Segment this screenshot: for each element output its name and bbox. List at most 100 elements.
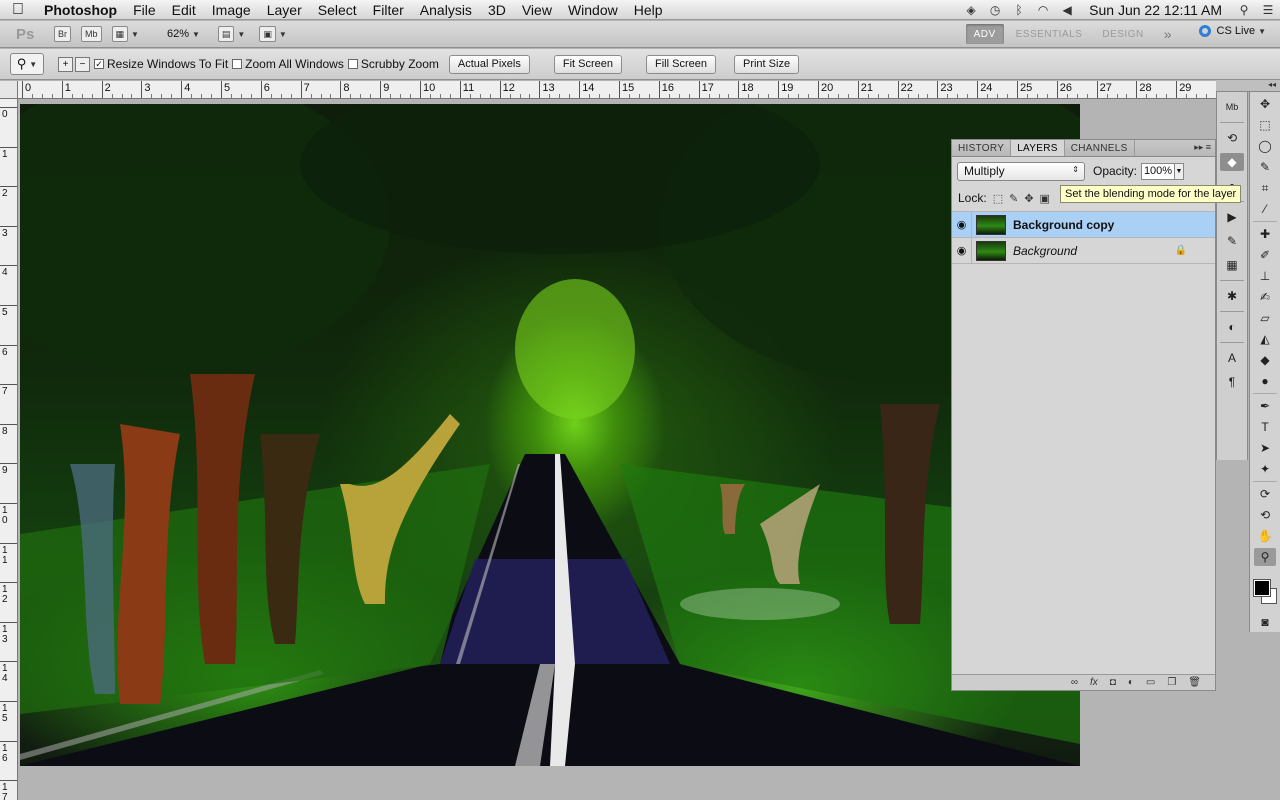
more-workspaces-button[interactable]: »: [1156, 24, 1180, 44]
app-menu[interactable]: Photoshop: [36, 2, 125, 18]
menu-help[interactable]: Help: [626, 2, 671, 18]
list-icon[interactable]: ☰: [1256, 3, 1280, 17]
delete-layer-icon[interactable]: 🗑: [1188, 677, 1201, 688]
wifi-icon[interactable]: ◠: [1031, 3, 1055, 17]
foreground-color-swatch[interactable]: [1253, 579, 1271, 597]
tab-channels[interactable]: CHANNELS: [1065, 140, 1135, 156]
zoom-tool-icon[interactable]: ⚲: [1254, 548, 1276, 566]
panel-menu-icon[interactable]: ▸▸ ≡: [1194, 142, 1211, 153]
clone-stamp-tool-icon[interactable]: ⊥: [1254, 267, 1276, 285]
arrange-documents-button[interactable]: ▤: [217, 26, 235, 42]
hand-tool-icon[interactable]: ✋: [1254, 527, 1276, 545]
menu-filter[interactable]: Filter: [365, 2, 412, 18]
menu-3d[interactable]: 3D: [480, 2, 514, 18]
menu-edit[interactable]: Edit: [164, 2, 204, 18]
menu-file[interactable]: File: [125, 2, 164, 18]
eraser-tool-icon[interactable]: ▱: [1254, 309, 1276, 327]
marquee-tool-icon[interactable]: ⬚: [1254, 116, 1276, 134]
3d-rotate-tool-icon[interactable]: ⟳: [1254, 485, 1276, 503]
bluetooth-icon[interactable]: ᛒ: [1007, 3, 1031, 17]
scrubby-zoom-checkbox[interactable]: Scrubby Zoom: [347, 57, 439, 71]
navigator-icon[interactable]: ◐: [1220, 318, 1244, 336]
opacity-field[interactable]: 100%: [1141, 162, 1176, 180]
dropbox-icon[interactable]: ◈: [959, 3, 983, 17]
adjustments-icon[interactable]: ✱: [1220, 287, 1244, 305]
menu-view[interactable]: View: [514, 2, 560, 18]
screen-mode-button[interactable]: ▣: [259, 26, 276, 42]
vertical-ruler[interactable]: 01234567891011121314151617: [0, 99, 18, 800]
layers-icon[interactable]: ◆: [1220, 153, 1244, 171]
zoom-in-icon[interactable]: +: [58, 56, 73, 72]
add-mask-icon[interactable]: ◘: [1110, 677, 1116, 688]
menu-select[interactable]: Select: [310, 2, 365, 18]
brush-tool-icon[interactable]: ✐: [1254, 246, 1276, 264]
horizontal-ruler[interactable]: 0 1 2 3 4 5 6 7 8 9 10 11 12 13 14 15 16 17 18 19 20 21 22 23 24…: [18, 81, 1216, 99]
opacity-slider-button[interactable]: ▼: [1175, 162, 1185, 180]
history-brush-tool-icon[interactable]: ✍: [1254, 288, 1276, 306]
path-selection-tool-icon[interactable]: ➤: [1254, 439, 1276, 457]
layer-row[interactable]: ◉ Background 🔒: [952, 237, 1215, 264]
3d-orbit-tool-icon[interactable]: ⟲: [1254, 506, 1276, 524]
tab-layers[interactable]: LAYERS: [1011, 140, 1065, 156]
quick-mask-icon[interactable]: ◙: [1254, 613, 1276, 631]
fill-screen-button[interactable]: Fill Screen: [646, 54, 716, 74]
mini-bridge-icon[interactable]: Mb: [1220, 98, 1244, 116]
workspace-essentials[interactable]: ESSENTIALS: [1008, 24, 1091, 44]
fit-screen-button[interactable]: Fit Screen: [553, 54, 623, 74]
paragraph-icon[interactable]: ¶: [1220, 373, 1244, 391]
pen-tool-icon[interactable]: ✒: [1254, 397, 1276, 415]
paint-bucket-tool-icon[interactable]: ◭: [1254, 330, 1276, 348]
menu-analysis[interactable]: Analysis: [412, 2, 480, 18]
visibility-eye-icon[interactable]: ◉: [952, 211, 972, 238]
workspace-adv[interactable]: ADV: [965, 24, 1004, 44]
document-canvas[interactable]: [20, 104, 1080, 766]
lock-pixels-icon[interactable]: ✎: [1009, 192, 1018, 205]
lasso-tool-icon[interactable]: ◯: [1254, 137, 1276, 155]
blur-tool-icon[interactable]: ◆: [1254, 351, 1276, 369]
eyedropper-tool-icon[interactable]: ⁄: [1254, 200, 1276, 218]
menu-image[interactable]: Image: [204, 2, 259, 18]
healing-brush-tool-icon[interactable]: ✚: [1254, 225, 1276, 243]
apple-menu-icon[interactable]: : [0, 1, 36, 19]
mini-bridge-button[interactable]: Mb: [81, 26, 102, 42]
lock-all-icon[interactable]: ▣: [1040, 192, 1050, 205]
move-tool-icon[interactable]: ✥: [1254, 95, 1276, 113]
time-machine-icon[interactable]: ◷: [983, 3, 1007, 17]
type-tool-icon[interactable]: T: [1254, 418, 1276, 436]
shape-tool-icon[interactable]: ✦: [1254, 460, 1276, 478]
layer-row[interactable]: ◉ Background copy: [952, 211, 1215, 238]
print-size-button[interactable]: Print Size: [733, 54, 800, 74]
tool-preset-picker[interactable]: ⚲ ▼: [10, 53, 44, 75]
lock-position-icon[interactable]: ✥: [1024, 192, 1033, 205]
zoom-out-icon[interactable]: −: [75, 56, 90, 72]
zoom-level[interactable]: 62%: [167, 28, 189, 40]
menu-window[interactable]: Window: [560, 2, 626, 18]
visibility-eye-icon[interactable]: ◉: [952, 237, 972, 264]
ruler-origin[interactable]: [0, 81, 18, 99]
workspace-design[interactable]: DESIGN: [1094, 24, 1151, 44]
layer-style-icon[interactable]: fx: [1090, 677, 1098, 688]
new-layer-icon[interactable]: ❐: [1167, 677, 1176, 688]
cs-live-button[interactable]: CS Live ▼: [1198, 25, 1266, 37]
link-layers-icon[interactable]: ∞: [1071, 677, 1078, 688]
history-icon[interactable]: ⟲: [1220, 129, 1244, 147]
actions-icon[interactable]: ▶: [1220, 208, 1244, 226]
blend-mode-select[interactable]: Multiply ⇕: [957, 161, 1085, 181]
menu-layer[interactable]: Layer: [259, 2, 310, 18]
crop-tool-icon[interactable]: ⌗: [1254, 179, 1276, 197]
quick-select-tool-icon[interactable]: ✎: [1254, 158, 1276, 176]
menubar-clock[interactable]: Sun Jun 22 12:11 AM: [1079, 2, 1232, 18]
adjustment-layer-icon[interactable]: ◐: [1128, 677, 1134, 688]
bridge-button[interactable]: Br: [54, 26, 71, 42]
tab-history[interactable]: HISTORY: [952, 140, 1012, 156]
search-icon[interactable]: ⚲: [1232, 3, 1256, 17]
zoom-all-windows-checkbox[interactable]: Zoom All Windows: [232, 57, 344, 71]
volume-icon[interactable]: ◀: [1055, 3, 1079, 17]
swatches-icon[interactable]: ▦: [1220, 256, 1244, 274]
panel-collapse-strip[interactable]: ◂◂: [1216, 80, 1280, 92]
resize-windows-checkbox[interactable]: ✓ Resize Windows To Fit: [94, 57, 228, 71]
character-icon[interactable]: A: [1220, 349, 1244, 367]
lock-transparency-icon[interactable]: ⬚: [993, 192, 1003, 205]
new-group-icon[interactable]: ▭: [1146, 677, 1155, 688]
view-extras-button[interactable]: ▦: [111, 26, 129, 42]
